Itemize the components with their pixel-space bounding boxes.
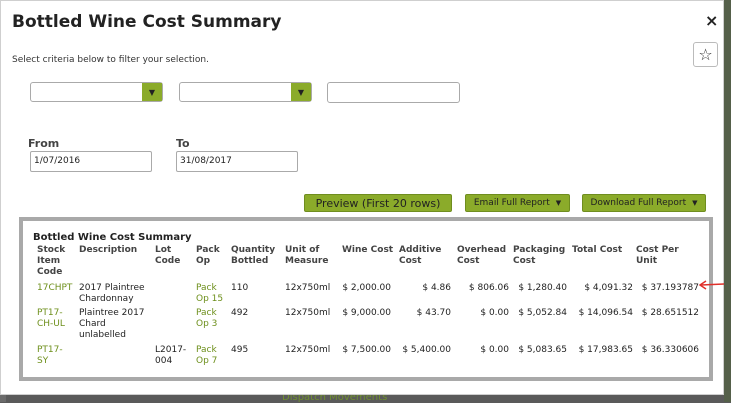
table-cell-pack[interactable]: Pack Op 7 [196, 345, 228, 367]
table-cell-per-unit: $ 36.330606 [641, 345, 699, 355]
filter-select-1[interactable]: ▼ [30, 82, 163, 102]
email-report-button[interactable]: Email Full Report ▼ [465, 194, 570, 212]
table-cell-description: 2017 Plaintree Chardonnay [79, 283, 145, 304]
table-cell-pack[interactable]: Pack Op 3 [196, 308, 228, 330]
close-icon[interactable]: × [705, 11, 718, 30]
column-header: Total Cost [572, 245, 623, 255]
to-label: To [176, 137, 190, 150]
table-cell-total: $ 17,983.65 [578, 345, 633, 355]
table-cell-additive: $ 43.70 [416, 308, 451, 318]
table-cell-packaging: $ 5,083.65 [518, 345, 567, 355]
star-icon: ☆ [698, 45, 713, 64]
download-button-label: Download Full Report [590, 198, 687, 208]
column-header: Overhead Cost [457, 245, 507, 266]
table-cell-code[interactable]: PT17- SY [37, 345, 77, 367]
table-cell-per-unit: $ 37.193787 [641, 283, 699, 293]
from-date-input[interactable]: 1/07/2016 [30, 151, 152, 172]
table-cell-packaging: $ 5,052.84 [518, 308, 567, 318]
table-cell-packaging: $ 1,280.40 [518, 283, 567, 293]
table-cell-lot: L2017- 004 [155, 345, 187, 366]
column-header: Lot Code [155, 245, 181, 266]
table-cell-qty: 492 [231, 308, 249, 318]
table-cell-wine: $ 2,000.00 [342, 283, 391, 293]
from-label: From [28, 137, 60, 150]
chevron-down-icon: ▼ [291, 83, 311, 101]
column-header: Description [79, 245, 138, 255]
column-header: Pack Op [196, 245, 220, 266]
table-cell-additive: $ 4.86 [422, 283, 451, 293]
column-header: Cost Per Unit [636, 245, 679, 266]
column-header: Unit of Measure [285, 245, 329, 266]
column-header: Quantity Bottled [231, 245, 276, 266]
table-cell-overhead: $ 0.00 [480, 308, 509, 318]
preview-button[interactable]: Preview (First 20 rows) [304, 194, 452, 212]
table-cell-qty: 495 [231, 345, 249, 355]
table-cell-code[interactable]: PT17- CH-UL [37, 308, 77, 330]
table-cell-total: $ 14,096.54 [578, 308, 633, 318]
report-title: Bottled Wine Cost Summary [33, 232, 192, 243]
modal-title: Bottled Wine Cost Summary [12, 12, 282, 32]
table-cell-code[interactable]: 17CHPT [37, 283, 77, 294]
table-cell-additive: $ 5,400.00 [402, 345, 451, 355]
report-preview: Bottled Wine Cost Summary Stock Item Code D… [19, 217, 713, 381]
table-cell-qty: 110 [231, 283, 249, 293]
table-cell-total: $ 4,091.32 [584, 283, 633, 293]
preview-button-label: Preview (First 20 rows) [315, 196, 441, 210]
column-header: Stock Item Code [37, 245, 66, 277]
chevron-down-icon: ▼ [142, 83, 162, 101]
column-header: Wine Cost [342, 245, 394, 255]
filter-hint: Select criteria below to filter your sel… [12, 55, 209, 65]
table-cell-wine: $ 9,000.00 [342, 308, 391, 318]
column-header: Additive Cost [399, 245, 442, 266]
download-report-button[interactable]: Download Full Report ▼ [582, 194, 706, 212]
caret-down-icon: ▼ [692, 199, 698, 207]
table-cell-overhead: $ 0.00 [480, 345, 509, 355]
table-cell-description: Plaintree 2017 Chard unlabelled [79, 308, 145, 340]
filter-select-2[interactable]: ▼ [179, 82, 312, 102]
table-cell-pack[interactable]: Pack Op 15 [196, 283, 228, 305]
background-right [724, 0, 731, 402]
column-header: Packaging Cost [513, 245, 566, 266]
table-cell-wine: $ 7,500.00 [342, 345, 391, 355]
caret-down-icon: ▼ [555, 199, 562, 207]
filter-text-input[interactable] [327, 82, 460, 103]
to-date-input[interactable]: 31/08/2017 [176, 151, 298, 172]
report-modal: Bottled Wine Cost Summary × ☆ Select cri… [0, 0, 724, 395]
arrow-left-icon [698, 280, 725, 290]
favorite-button[interactable]: ☆ [693, 42, 718, 67]
table-cell-overhead: $ 806.06 [468, 283, 509, 293]
table-cell-per-unit: $ 28.651512 [641, 308, 699, 318]
email-button-label: Email Full Report [473, 198, 550, 208]
